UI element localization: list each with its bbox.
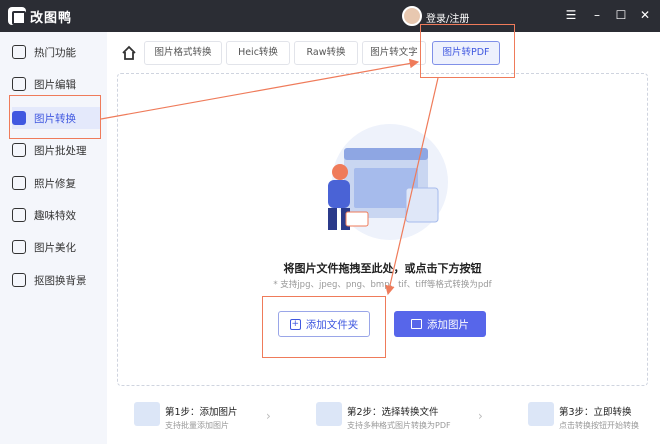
sidebar-item-label: 热门功能 [34,46,76,59]
tab-raw[interactable]: Raw转换 [294,41,358,65]
sidebar-item-label: 图片编辑 [34,78,76,91]
image-edit-icon [12,77,26,91]
highlight-box-sidebar [9,95,101,139]
login-link[interactable]: 登录/注册 [426,10,469,25]
app-title: 改图鸭 [30,11,73,26]
step-3-icon [528,402,554,426]
highlight-box-folder [262,296,386,358]
sidebar-item-label: 照片修复 [34,177,76,190]
batch-icon [12,143,26,157]
close-icon[interactable]: ✕ [638,8,652,22]
sidebar-item-label: 图片批处理 [34,144,87,157]
chevron-right-icon: › [478,409,483,423]
sidebar-item-label: 抠图换背景 [34,274,87,287]
step-1-title: 第1步：添加图片 [165,407,238,418]
add-image-button[interactable]: 添加图片 [394,311,486,337]
fire-icon [12,45,26,59]
drop-zone-title: 将图片文件拖拽至此处，或点击下方按钮 [283,262,482,275]
tab-heic[interactable]: Heic转换 [226,41,290,65]
image-icon [411,319,422,329]
step-2-sub: 支持多种格式图片转换为PDF [347,421,451,430]
home-icon[interactable] [121,45,137,61]
drop-zone-formats: * 支持jpg、jpeg、png、bmp、tif、tiff等格式转换为pdf [273,280,492,290]
sidebar-item-batch[interactable]: 图片批处理 [12,139,102,161]
add-image-label: 添加图片 [427,318,469,331]
sidebar-item-edit[interactable]: 图片编辑 [12,73,102,95]
minimize-icon[interactable]: – [590,8,604,22]
step-1-sub: 支持批量添加图片 [165,421,229,430]
app-logo-icon [8,7,26,25]
tab-image-to-text[interactable]: 图片转文字 [362,41,426,65]
step-2-title: 第2步：选择转换文件 [347,407,439,418]
chevron-right-icon: › [266,409,271,423]
sidebar-item-hot[interactable]: 热门功能 [12,41,102,63]
step-3-title: 第3步：立即转换 [559,407,632,418]
sidebar-item-repair[interactable]: 照片修复 [12,172,102,194]
repair-icon [12,176,26,190]
upload-illustration [328,124,448,240]
tab-format-convert[interactable]: 图片格式转换 [144,41,222,65]
title-bar: 改图鸭 登录/注册 ☰ – ☐ ✕ [0,0,660,32]
sidebar-item-label: 趣味特效 [34,209,76,222]
cutout-icon [12,273,26,287]
sidebar-item-effects[interactable]: 趣味特效 [12,204,102,226]
maximize-icon[interactable]: ☐ [614,8,628,22]
sparkle-icon [12,208,26,222]
avatar[interactable] [402,6,422,26]
sidebar-item-cutout[interactable]: 抠图换背景 [12,269,102,291]
menu-icon[interactable]: ☰ [564,8,578,22]
step-1-icon [134,402,160,426]
sidebar-item-label: 图片美化 [34,241,76,254]
highlight-box-tab [420,24,515,78]
sidebar-item-beautify[interactable]: 图片美化 [12,236,102,258]
step-2-icon [316,402,342,426]
step-3-sub: 点击转换按钮开始转换 [559,421,639,430]
beautify-icon [12,240,26,254]
